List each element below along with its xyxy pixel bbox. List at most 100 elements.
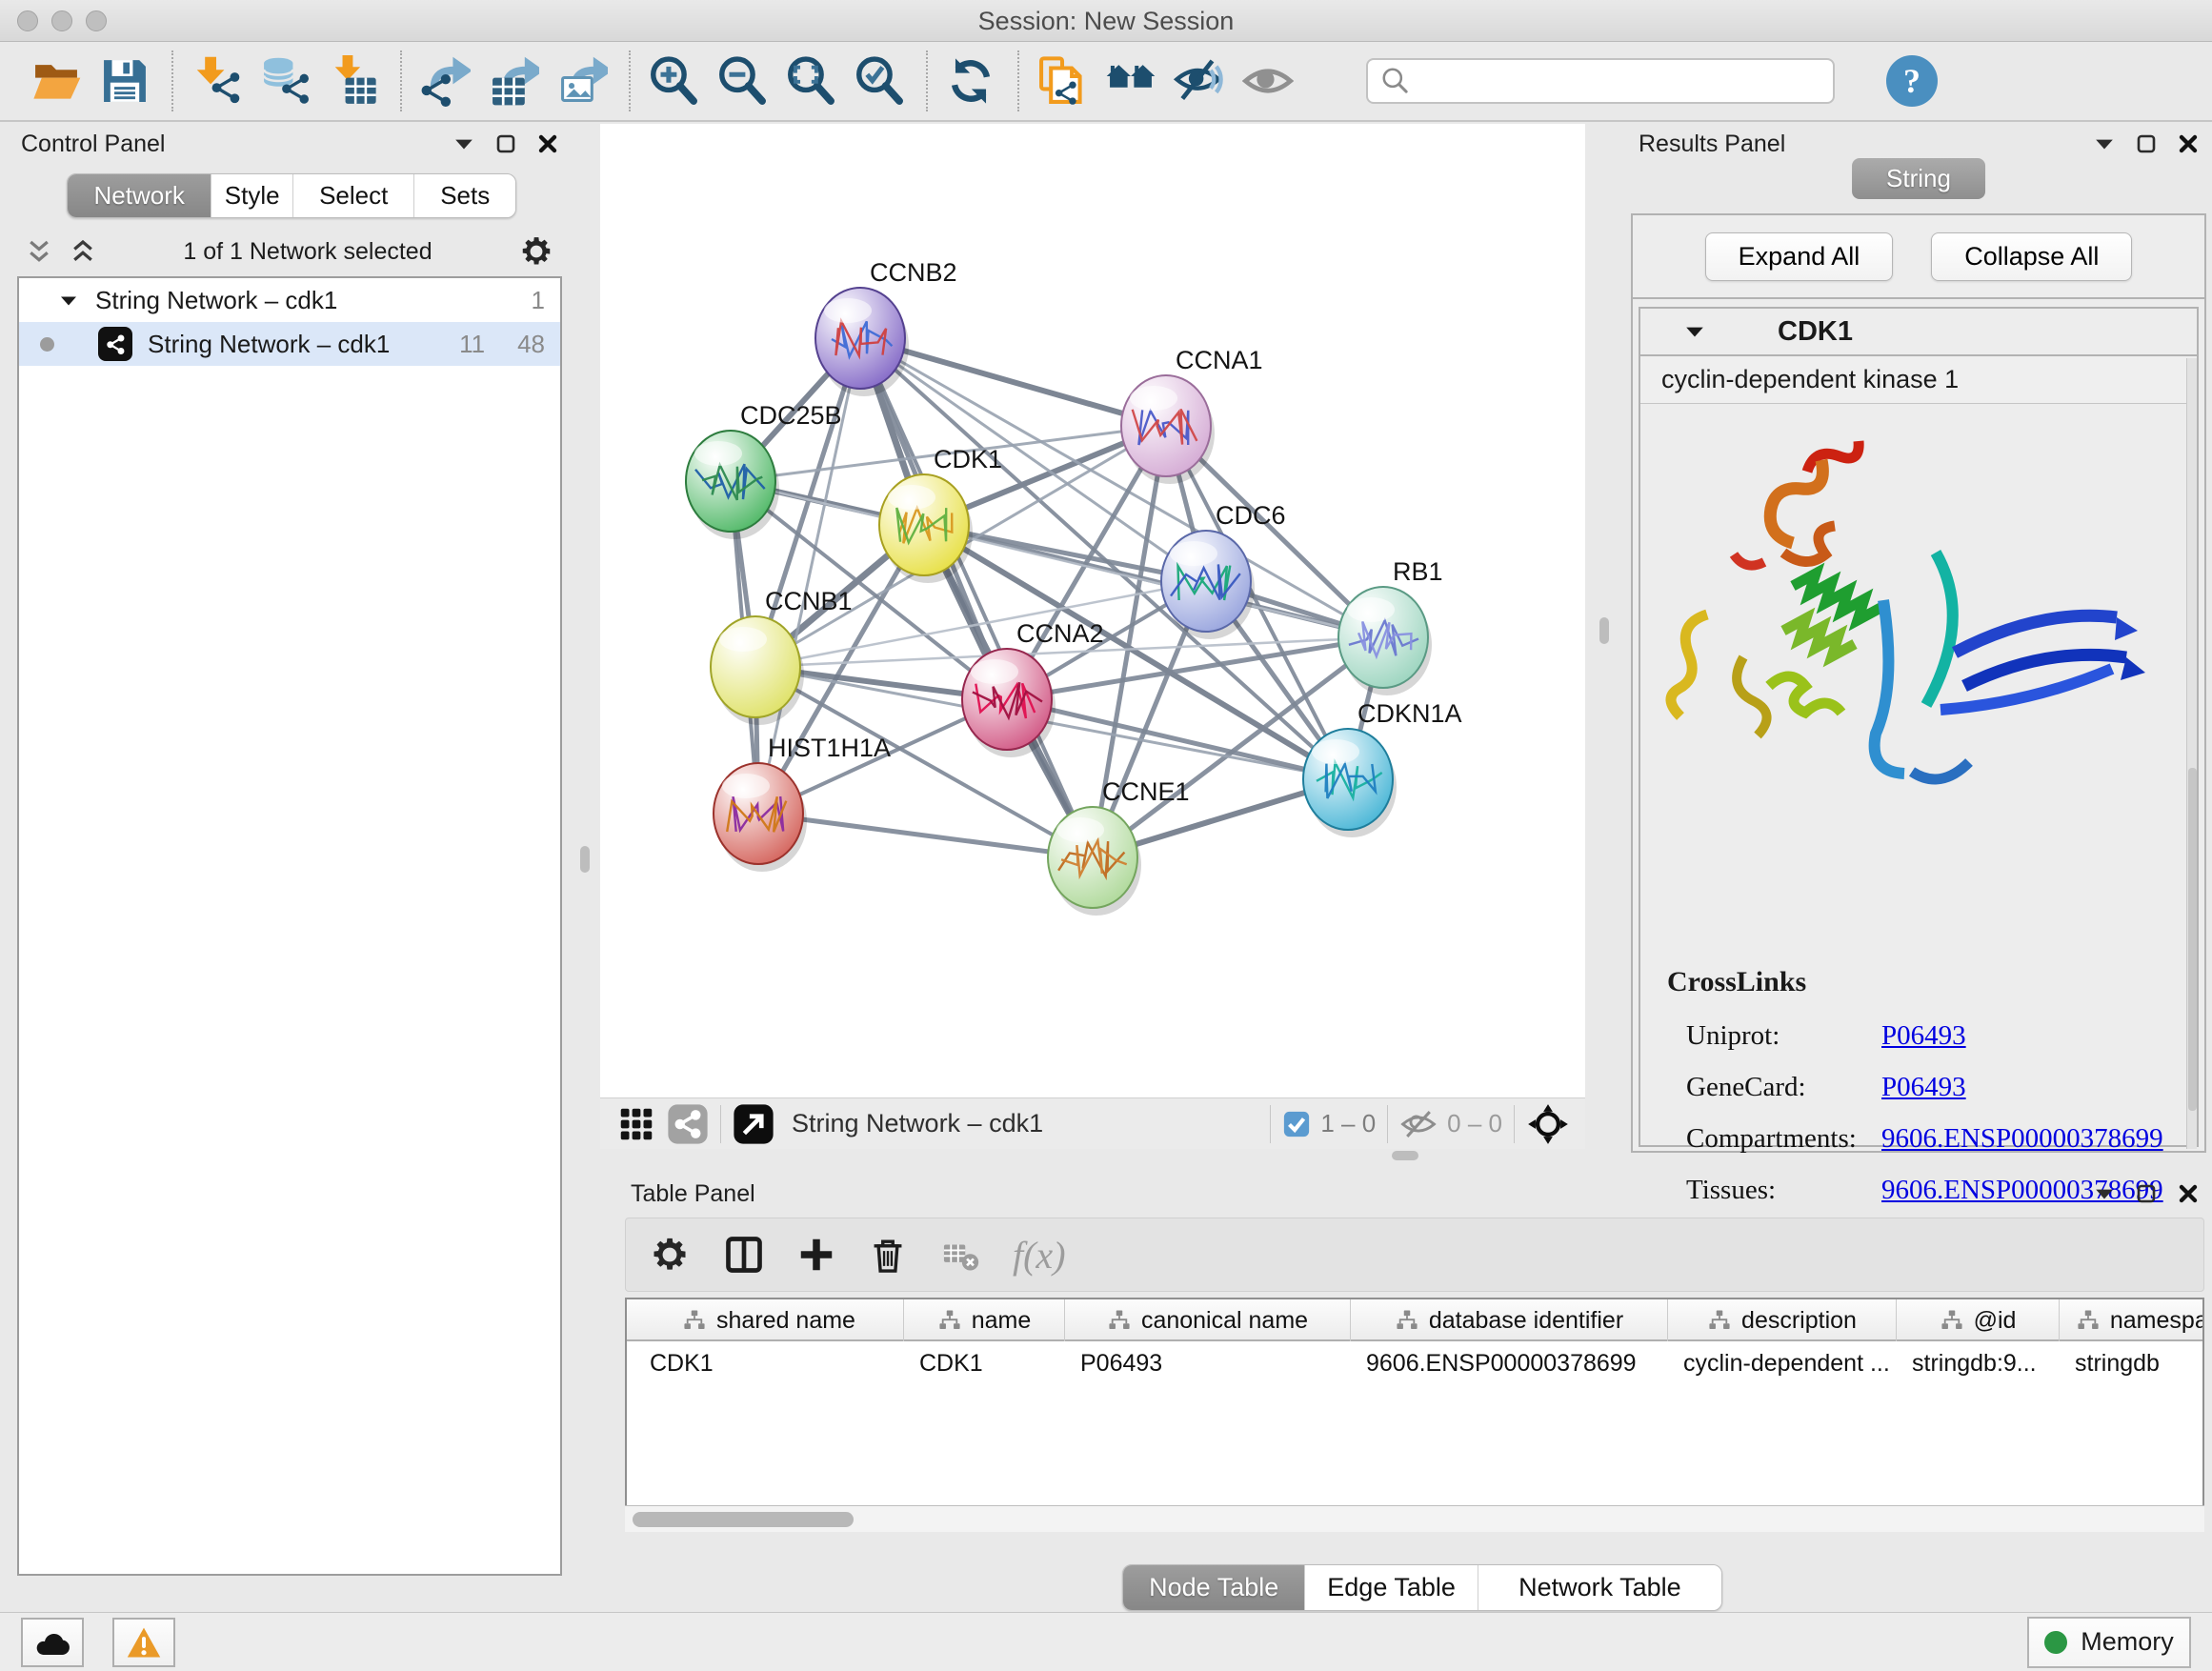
network-row[interactable]: String Network – cdk1 11 48: [19, 322, 560, 366]
refresh-icon[interactable]: [943, 51, 998, 111]
crosslink-label: GeneCard:: [1686, 1072, 1881, 1103]
float-panel-icon[interactable]: [2136, 133, 2157, 154]
network-node-CCNA1[interactable]: [1121, 375, 1215, 484]
network-node-CCNB1[interactable]: [711, 616, 804, 725]
import-network-database-icon[interactable]: [257, 51, 312, 111]
birds-eye-view-icon[interactable]: [617, 1105, 655, 1143]
network-node-CCNE1[interactable]: [1048, 807, 1141, 916]
zoom-selected-icon[interactable]: [852, 51, 907, 111]
cloud-button[interactable]: [21, 1618, 84, 1667]
fit-selected-crosshair-icon[interactable]: [1526, 1102, 1570, 1146]
tab-network[interactable]: Network: [68, 174, 211, 217]
close-panel-icon[interactable]: [2178, 133, 2199, 154]
memory-button[interactable]: Memory: [2027, 1617, 2191, 1668]
import-table-file-icon[interactable]: [326, 51, 381, 111]
table-cell[interactable]: 9606.ENSP00000378699: [1351, 1343, 1668, 1383]
crosslink-link[interactable]: P06493: [1881, 1020, 1966, 1052]
scrollbar-thumb[interactable]: [633, 1512, 854, 1527]
table-horizontal-scrollbar[interactable]: [625, 1505, 2204, 1532]
network-options-gear-icon[interactable]: [518, 233, 554, 270]
hide-selected-icon[interactable]: [1172, 51, 1227, 111]
duplicate-network-icon[interactable]: [1035, 51, 1090, 111]
column-header-shared-name[interactable]: shared name: [634, 1299, 904, 1341]
export-image-icon[interactable]: [554, 51, 610, 111]
help-button[interactable]: ?: [1886, 55, 1938, 107]
network-node-HIST1H1A[interactable]: [714, 763, 807, 872]
network-view-canvas[interactable]: CCNB2CCNA1CDC25BCDK1CDC6RB1CCNB1CCNA2CDK…: [600, 124, 1585, 1097]
network-node-CCNA2[interactable]: [962, 649, 1056, 757]
collapse-all-networks-icon[interactable]: [25, 237, 53, 266]
tab-select[interactable]: Select: [293, 174, 414, 217]
column-header-database-identifier[interactable]: database identifier: [1351, 1299, 1668, 1341]
search-input[interactable]: [1412, 62, 1821, 100]
zoom-out-icon[interactable]: [714, 51, 770, 111]
crosslink-link[interactable]: 9606.ENSP00000378699: [1881, 1123, 2163, 1155]
zoom-in-icon[interactable]: [646, 51, 701, 111]
panel-menu-icon[interactable]: [2094, 136, 2115, 151]
open-session-icon[interactable]: [29, 51, 84, 111]
search-box[interactable]: [1366, 58, 1835, 104]
tab-edge-table[interactable]: Edge Table: [1305, 1565, 1478, 1610]
node-table[interactable]: shared namenamecanonical namedatabase id…: [625, 1298, 2204, 1532]
right-splitter-handle[interactable]: [1599, 617, 1609, 644]
save-session-icon[interactable]: [97, 51, 152, 111]
minimize-window-button[interactable]: [51, 10, 72, 31]
expand-all-button[interactable]: Expand All: [1705, 232, 1894, 281]
results-panel: Results Panel String Expand All Collapse…: [1625, 124, 2212, 1155]
table-cell[interactable]: cyclin-dependent ...: [1668, 1343, 1897, 1383]
open-in-new-window-icon[interactable]: [733, 1103, 774, 1145]
network-node-CDK1[interactable]: [879, 474, 973, 583]
show-column-icon[interactable]: [723, 1234, 765, 1276]
tab-style[interactable]: Style: [211, 174, 293, 217]
create-column-plus-icon[interactable]: [797, 1236, 835, 1274]
zoom-fit-icon[interactable]: [783, 51, 838, 111]
table-settings-gear-icon[interactable]: [649, 1234, 691, 1276]
panel-menu-icon[interactable]: [453, 136, 474, 151]
network-collection-row[interactable]: String Network – cdk1 1: [19, 278, 560, 322]
maximize-window-button[interactable]: [86, 10, 107, 31]
column-header-name[interactable]: name: [904, 1299, 1065, 1341]
export-network-icon[interactable]: [417, 51, 473, 111]
panel-menu-icon[interactable]: [2094, 1186, 2115, 1201]
tab-network-table[interactable]: Network Table: [1478, 1565, 1721, 1610]
bottom-splitter-handle[interactable]: [1392, 1151, 1418, 1160]
column-header-canonical-name[interactable]: canonical name: [1065, 1299, 1351, 1341]
tab-node-table[interactable]: Node Table: [1123, 1565, 1305, 1610]
table-cell[interactable]: stringdb:9...: [1897, 1343, 2060, 1383]
column-header-@id[interactable]: @id: [1897, 1299, 2060, 1341]
delete-column-trash-icon[interactable]: [868, 1235, 908, 1275]
warning-button[interactable]: [112, 1618, 175, 1667]
column-header-namespace[interactable]: namespace: [2060, 1299, 2204, 1341]
table-cell[interactable]: CDK1: [904, 1343, 1065, 1383]
tab-string[interactable]: String: [1852, 158, 1985, 199]
close-panel-icon[interactable]: [2178, 1183, 2199, 1204]
show-all-icon[interactable]: [1240, 51, 1296, 111]
expand-all-networks-icon[interactable]: [69, 237, 97, 266]
collapse-all-button[interactable]: Collapse All: [1931, 232, 2132, 281]
export-table-icon[interactable]: [486, 51, 541, 111]
selected-checkbox-icon[interactable]: [1282, 1110, 1311, 1138]
network-share-badge-icon[interactable]: [667, 1103, 709, 1145]
import-network-file-icon[interactable]: [189, 51, 244, 111]
column-header-description[interactable]: description: [1668, 1299, 1897, 1341]
table-cell[interactable]: stringdb: [2060, 1343, 2204, 1383]
gene-collapse-icon[interactable]: [1684, 324, 1705, 339]
table-cell[interactable]: CDK1: [634, 1343, 904, 1383]
toolbar-separator: [629, 50, 631, 111]
network-node-CDKN1A[interactable]: [1303, 729, 1397, 837]
hidden-eye-icon[interactable]: [1399, 1108, 1438, 1140]
gene-header-row[interactable]: CDK1: [1640, 309, 2197, 356]
tab-sets[interactable]: Sets: [414, 174, 515, 217]
close-panel-icon[interactable]: [537, 133, 558, 154]
string-home-icon[interactable]: [1103, 51, 1158, 111]
network-node-RB1[interactable]: [1338, 587, 1432, 695]
float-panel-icon[interactable]: [495, 133, 516, 154]
collection-expand-icon[interactable]: [59, 293, 78, 308]
left-splitter-handle[interactable]: [580, 846, 590, 873]
network-node-CCNB2[interactable]: [815, 288, 909, 396]
crosslink-link[interactable]: P06493: [1881, 1072, 1966, 1103]
close-window-button[interactable]: [17, 10, 38, 31]
float-panel-icon[interactable]: [2136, 1183, 2157, 1204]
results-scrollbar[interactable]: [2186, 358, 2197, 1149]
table-cell[interactable]: P06493: [1065, 1343, 1351, 1383]
